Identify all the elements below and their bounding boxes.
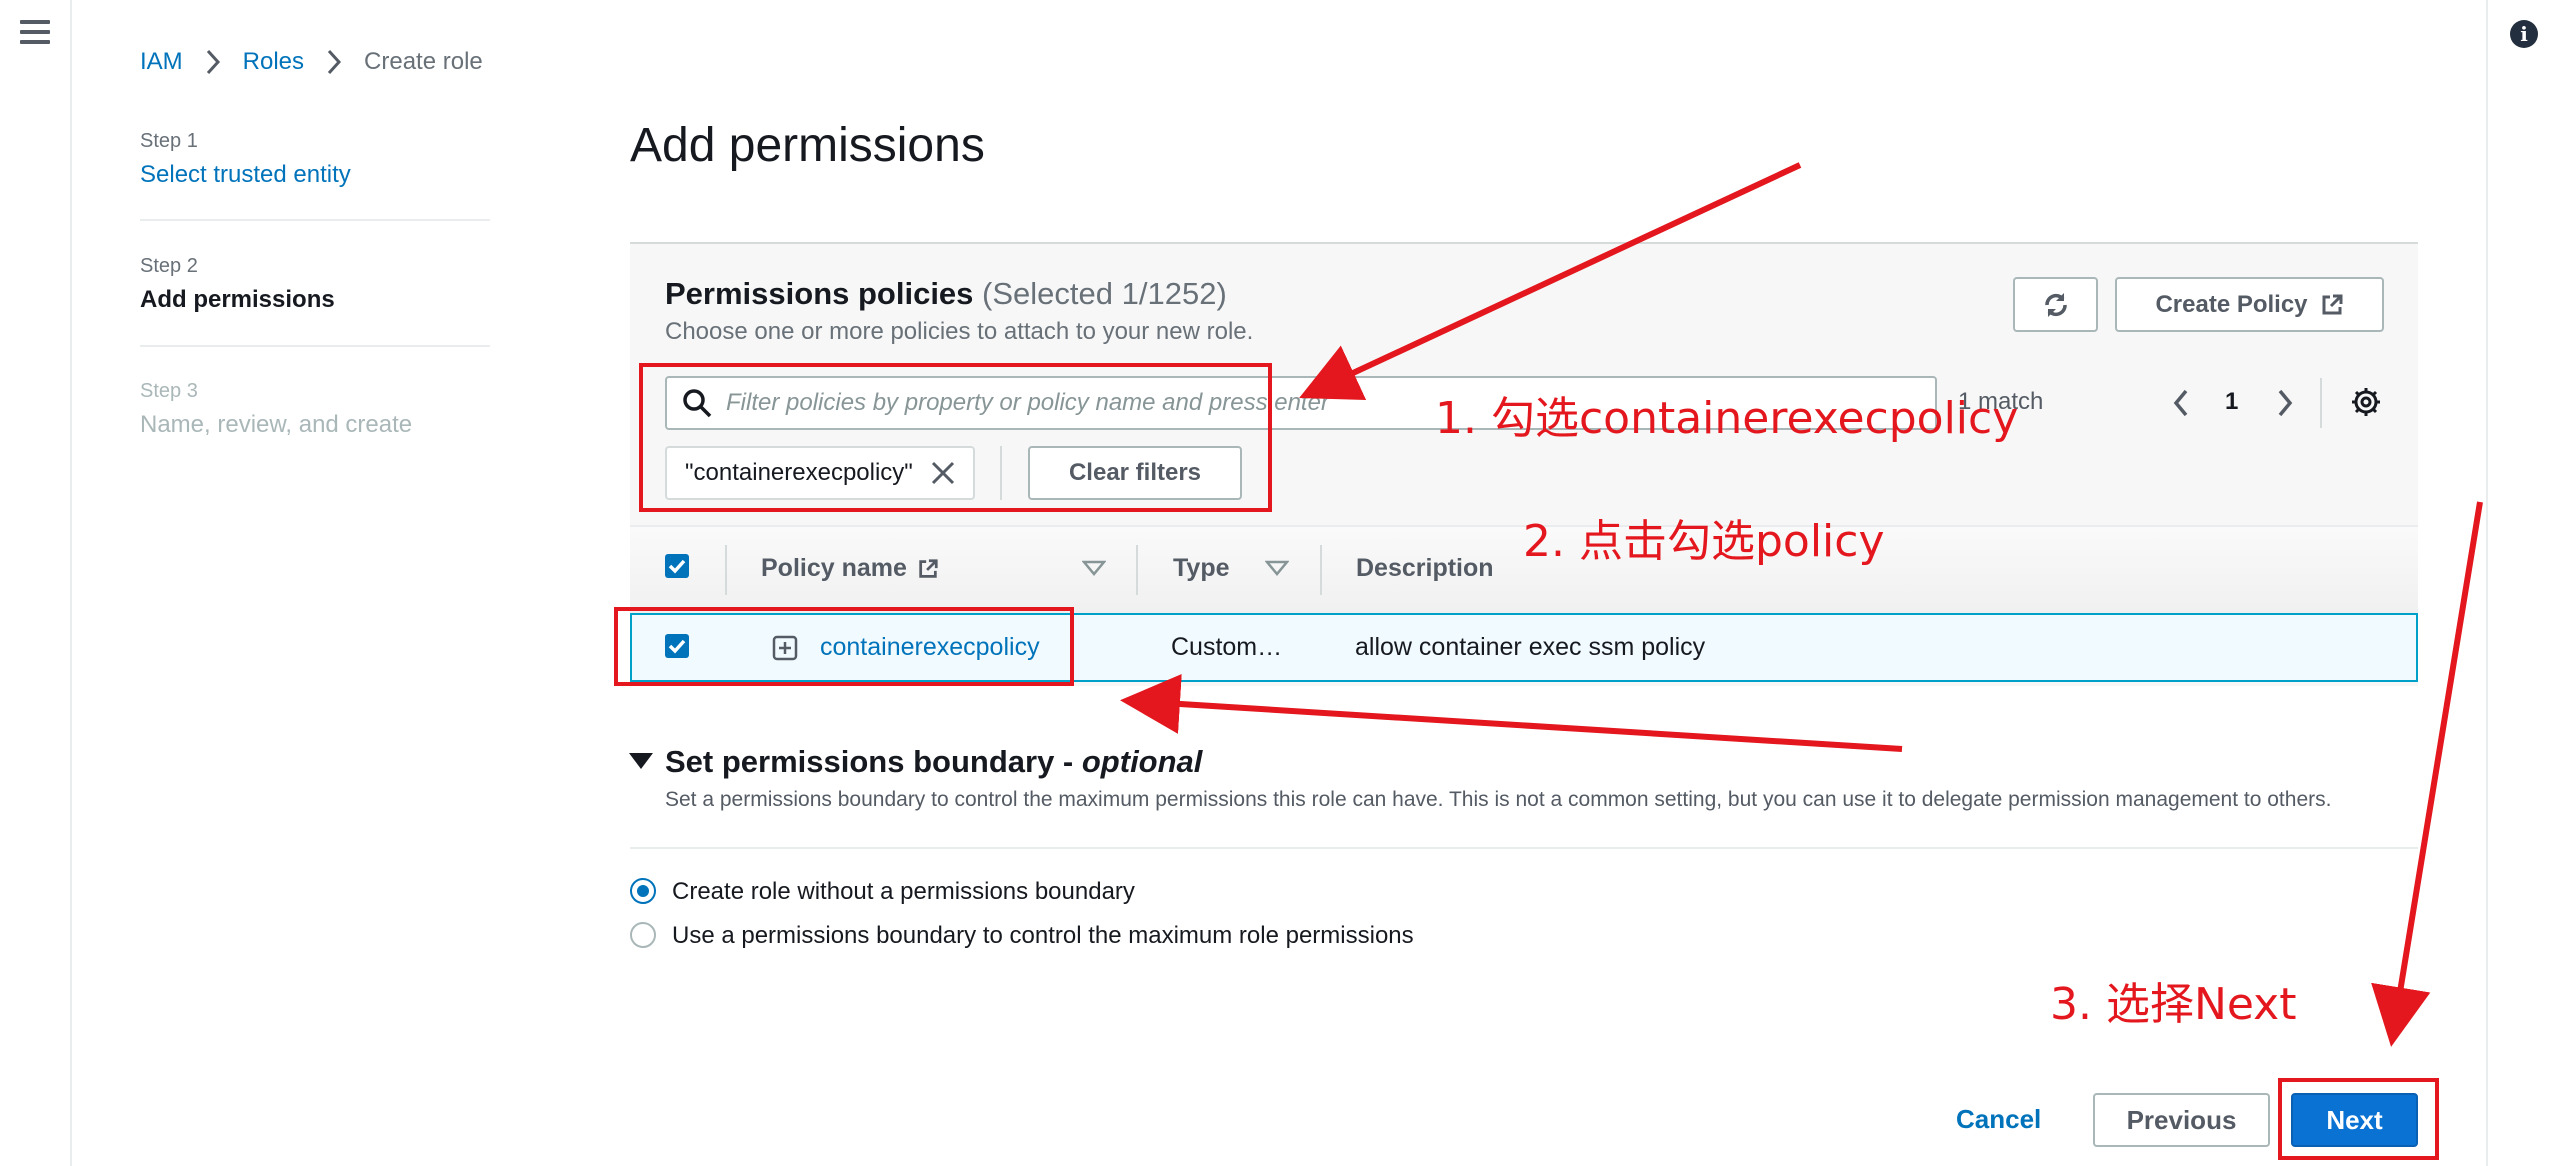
radio-no-boundary-label[interactable]: Create role without a permissions bounda… — [672, 878, 1135, 906]
create-policy-label: Create Policy — [2155, 290, 2308, 318]
radio-selected-dot — [637, 885, 649, 897]
step-divider — [140, 219, 490, 221]
boundary-title: Set permissions boundary - — [665, 744, 1082, 779]
boundary-description: Set a permissions boundary to control th… — [665, 788, 2332, 811]
breadcrumb: IAM Roles Create role — [140, 44, 483, 80]
previous-button[interactable]: Previous — [2093, 1093, 2270, 1147]
policy-description: allow container exec ssm policy — [1355, 633, 1706, 661]
step-2-label: Add permissions — [140, 286, 335, 313]
section-divider — [630, 847, 2418, 849]
policy-type: Custom… — [1171, 633, 1283, 661]
step-1-link[interactable]: Select trusted entity — [140, 161, 351, 189]
column-header-policy-name[interactable]: Policy name — [761, 554, 939, 583]
next-page-icon[interactable] — [2276, 388, 2294, 418]
step-divider — [140, 345, 490, 347]
refresh-button[interactable] — [2013, 277, 2098, 332]
breadcrumb-iam[interactable]: IAM — [140, 48, 183, 76]
column-header-description: Description — [1356, 554, 1494, 582]
select-all-checkbox[interactable] — [665, 554, 689, 578]
hamburger-menu-icon[interactable] — [20, 20, 50, 46]
policies-selected-count: (Selected 1/1252) — [982, 276, 1227, 311]
breadcrumb-roles[interactable]: Roles — [243, 48, 304, 76]
breadcrumb-current: Create role — [364, 48, 483, 75]
checkmark-icon — [668, 559, 686, 574]
step-1-number: Step 1 — [140, 130, 198, 152]
radio-use-boundary-label[interactable]: Use a permissions boundary to control th… — [672, 922, 1414, 950]
column-divider — [1320, 545, 1322, 595]
boundary-optional: optional — [1081, 744, 1203, 779]
chevron-right-icon — [206, 49, 220, 75]
refresh-icon — [2044, 292, 2067, 317]
column-header-type[interactable]: Type — [1173, 554, 1230, 583]
page-number[interactable]: 1 — [2225, 388, 2238, 416]
annotation-step-2: 2. 点击勾选policy — [1523, 516, 1885, 567]
step-3-label: Name, review, and create — [140, 411, 413, 438]
annotation-box-next — [2278, 1078, 2439, 1160]
policies-header: Permissions policies (Selected 1/1252) — [665, 276, 1227, 312]
boundary-section-title[interactable]: Set permissions boundary - optional — [665, 744, 1202, 780]
radio-use-boundary[interactable] — [630, 922, 656, 948]
left-nav-rail — [0, 0, 72, 1166]
right-tools-rail — [2486, 0, 2559, 1166]
external-link-icon — [919, 558, 938, 578]
radio-no-boundary[interactable] — [630, 878, 656, 904]
sort-caret-icon[interactable] — [1082, 560, 1106, 576]
prev-page-icon[interactable] — [2172, 388, 2190, 418]
column-divider — [725, 545, 727, 595]
policies-subtitle: Choose one or more policies to attach to… — [665, 318, 1254, 345]
policy-name-header-label: Policy name — [761, 554, 907, 582]
annotation-arrow-2 — [1120, 674, 1903, 752]
cancel-button[interactable]: Cancel — [1956, 1104, 2041, 1135]
annotation-box-filter — [639, 363, 1272, 512]
column-divider — [1136, 545, 1138, 595]
sort-caret-icon[interactable] — [1265, 560, 1289, 576]
annotation-box-row — [614, 607, 1074, 686]
info-icon[interactable]: i — [2510, 20, 2538, 48]
page-title: Add permissions — [630, 119, 985, 172]
annotation-step-3: 3. 选择Next — [2050, 979, 2297, 1030]
policies-title: Permissions policies — [665, 276, 974, 311]
pagination-divider — [2320, 378, 2322, 428]
create-policy-button[interactable]: Create Policy — [2115, 277, 2384, 332]
chevron-right-icon — [327, 49, 342, 75]
annotation-step-1: 1. 勾选containerexecpolicy — [1435, 393, 2019, 444]
caret-down-icon[interactable] — [628, 752, 654, 770]
external-link-icon — [2322, 294, 2343, 314]
settings-gear-icon[interactable] — [2350, 386, 2382, 418]
step-2-number: Step 2 — [140, 255, 198, 277]
step-3-number: Step 3 — [140, 380, 198, 402]
